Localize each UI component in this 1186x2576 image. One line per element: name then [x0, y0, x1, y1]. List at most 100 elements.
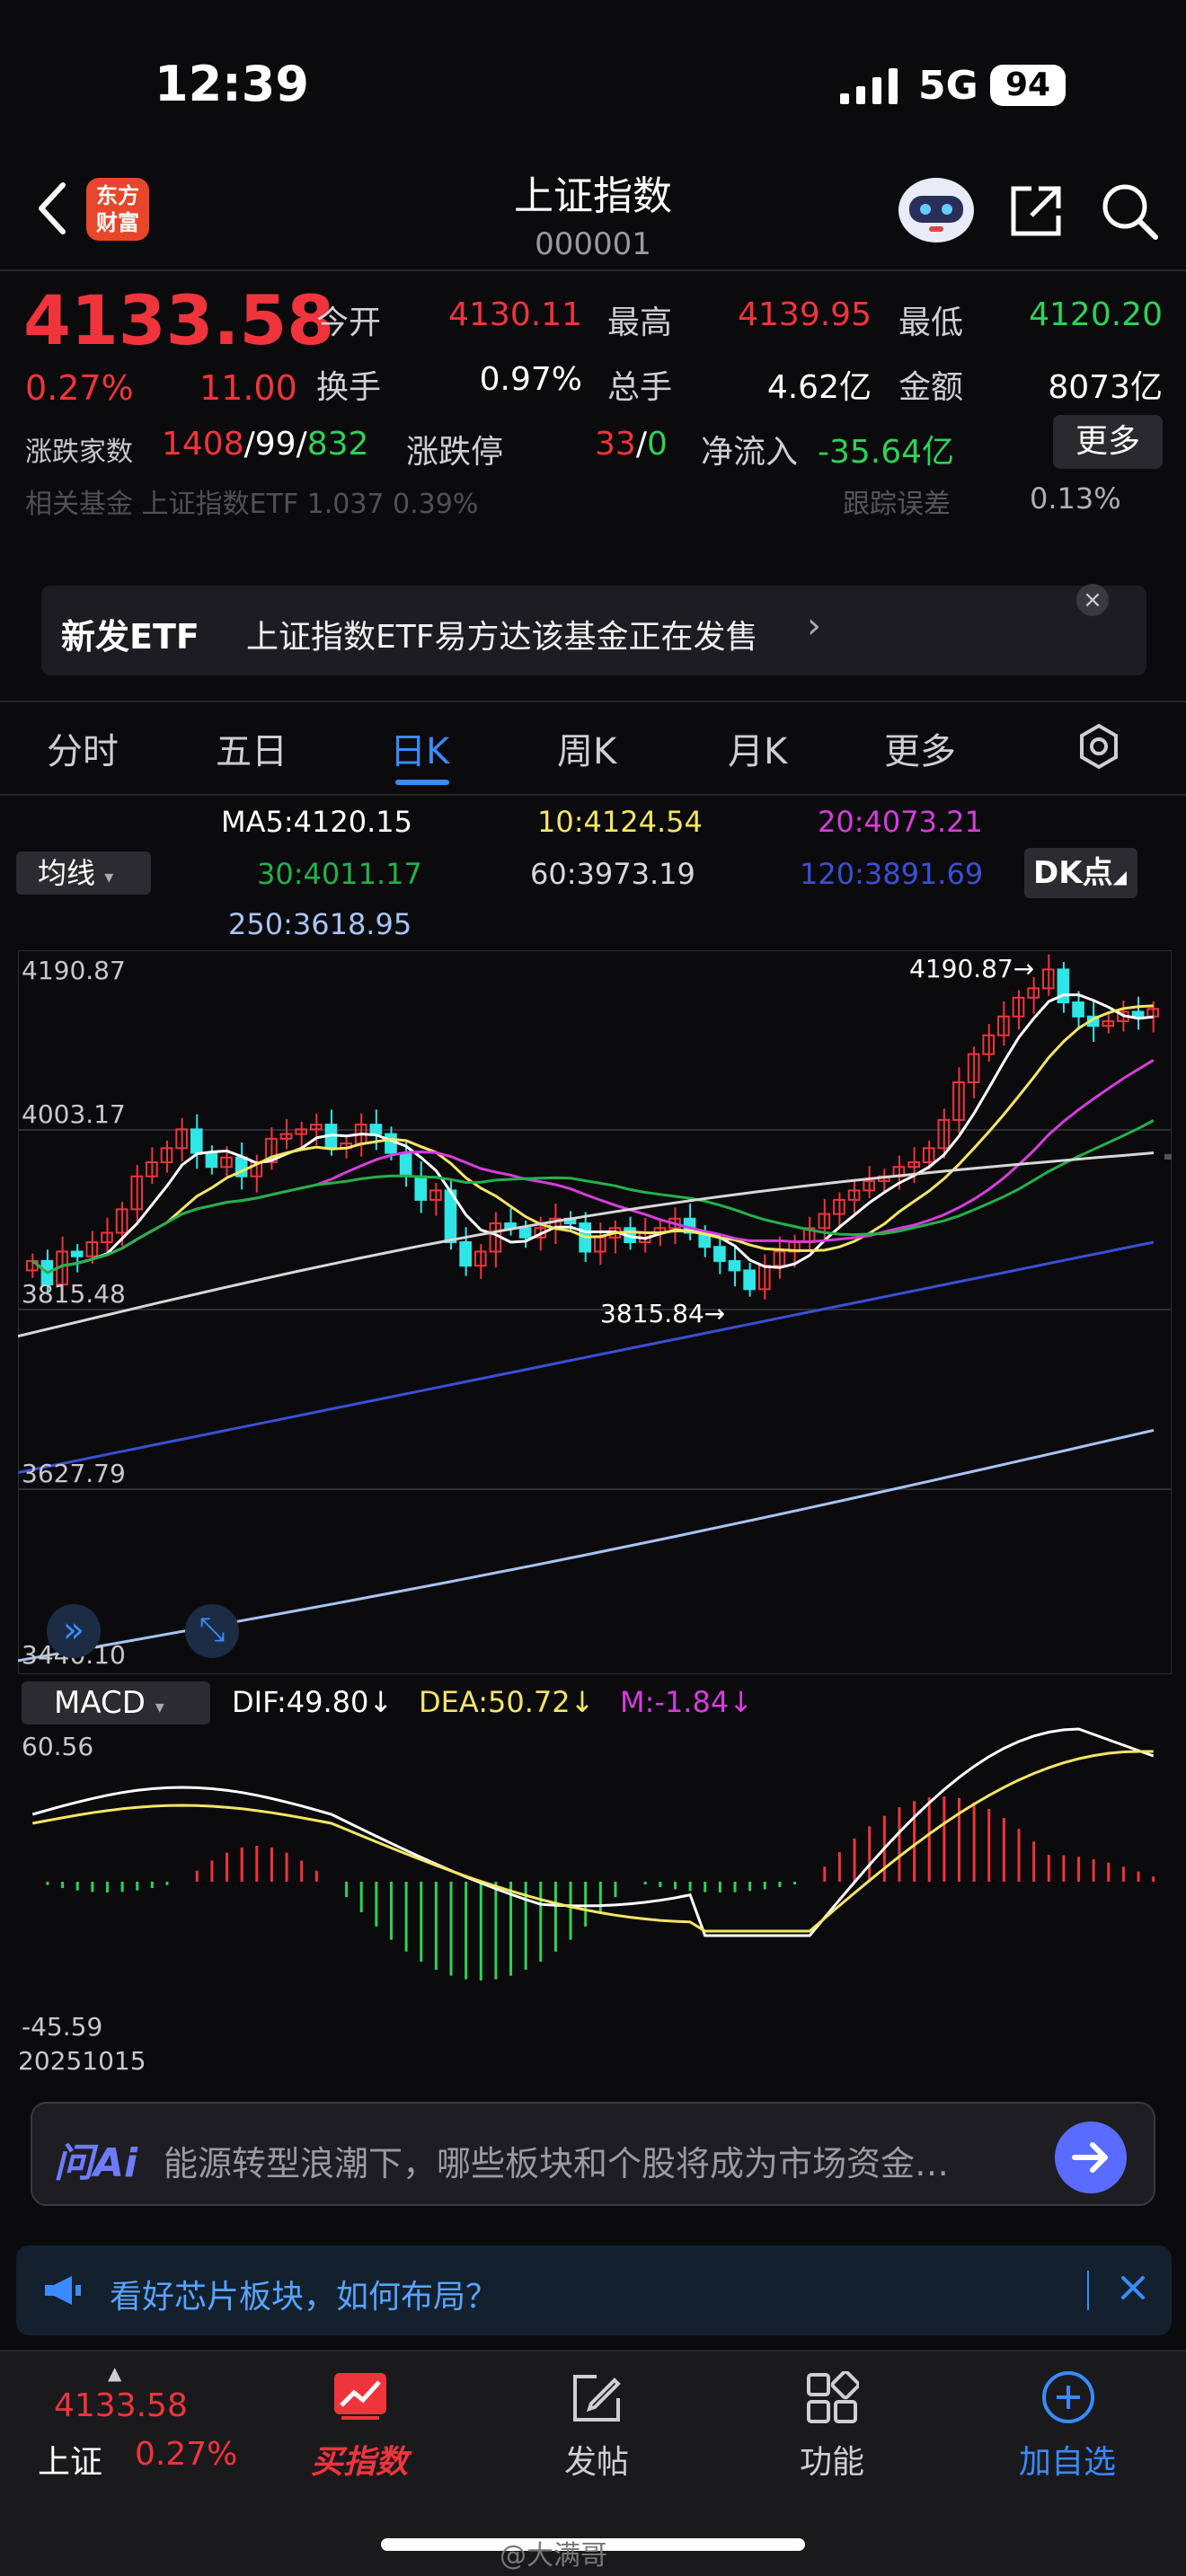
tab-five-day[interactable]: 五日 — [216, 722, 288, 774]
candle-body — [518, 1227, 532, 1239]
caret-up-icon: ▲ — [108, 2362, 122, 2384]
candle-body — [70, 1250, 84, 1257]
search-icon[interactable] — [1098, 180, 1161, 243]
promo-banner[interactable]: 新发ETF 上证指数ETF易方达该基金正在发售 › — [41, 586, 1146, 675]
macd-top-label: 60.56 — [22, 1732, 94, 1761]
robot-assistant-icon[interactable] — [895, 171, 978, 246]
macd-bottom-label: -45.59 — [22, 2012, 103, 2042]
ai-logo: 问Ai — [54, 2140, 138, 2186]
tab-month-k[interactable]: 月K — [728, 722, 787, 774]
limit-counts: 33/0 — [595, 426, 668, 463]
status-time: 12:39 — [155, 56, 309, 112]
function-grid-icon[interactable] — [805, 2371, 859, 2425]
more-button[interactable]: 更多 — [1053, 415, 1163, 469]
ma30-value: 30:4011.17 — [257, 857, 422, 891]
y-label-1: 4190.87 — [22, 956, 126, 985]
turnover-label: 换手 — [316, 369, 382, 406]
chart-border — [18, 950, 1172, 1674]
volume-label: 总手 — [607, 369, 673, 406]
ma5-value: MA5:4120.15 — [221, 805, 412, 839]
ai-question-text: 能源转型浪潮下，哪些板块和个股将成为市场资金… — [164, 2144, 950, 2183]
candle-body — [1131, 1010, 1145, 1018]
macd-chart[interactable] — [18, 1725, 1172, 2057]
candle-body — [728, 1259, 741, 1272]
watermark-text: @大满哥 — [500, 2540, 607, 2572]
y-label-3: 3815.48 — [22, 1279, 126, 1309]
signal-icon — [840, 68, 898, 104]
candle-body — [205, 1151, 218, 1169]
battery-icon: 94 — [990, 65, 1066, 106]
candle-body — [399, 1151, 412, 1178]
low-marker: 3815.84→ — [600, 1299, 726, 1328]
ma120-line — [18, 1240, 1155, 1474]
dif-line — [31, 1727, 1155, 1937]
ma60-value: 60:3973.19 — [530, 857, 695, 891]
divider — [1087, 2271, 1089, 2310]
nav-add-watchlist[interactable]: 加自选 — [987, 2436, 1148, 2483]
candle-body — [190, 1128, 203, 1154]
nav-function[interactable]: 功能 — [751, 2436, 913, 2483]
nav-index-price[interactable]: 4133.58 — [54, 2387, 188, 2424]
turnover-value: 0.97% — [479, 361, 582, 398]
banner-close-button[interactable]: × — [1076, 584, 1109, 616]
tab-more[interactable]: 更多 — [884, 722, 956, 774]
nav-index-name[interactable]: 上证 — [38, 2436, 102, 2483]
tab-intraday[interactable]: 分时 — [47, 722, 119, 774]
expand-left-icon[interactable]: » — [47, 1604, 101, 1658]
macd-dif: DIF:49.80↓ — [232, 1685, 394, 1719]
fullscreen-icon[interactable]: ⤡ — [185, 1604, 239, 1658]
kline-chart[interactable] — [18, 950, 1172, 1674]
netflow-label: 净流入 — [701, 434, 799, 471]
macd-select-dropdown[interactable]: MACD ▾ — [22, 1681, 210, 1725]
current-price: 4133.58 — [23, 280, 335, 360]
tracking-error-value: 0.13% — [1030, 481, 1121, 516]
tab-active-indicator — [395, 780, 449, 785]
back-button[interactable] — [34, 180, 70, 237]
app-logo: 东方 财富 — [86, 178, 149, 241]
edit-post-icon[interactable] — [570, 2371, 624, 2425]
candle-body — [385, 1133, 397, 1154]
banner-text: 上证指数ETF易方达该基金正在发售 — [246, 619, 758, 656]
candle-body — [459, 1240, 472, 1267]
nav-post[interactable]: 发帖 — [516, 2436, 677, 2483]
buy-index-icon[interactable] — [332, 2371, 388, 2422]
candle-body — [1072, 1001, 1084, 1018]
add-watchlist-icon[interactable] — [1040, 2369, 1096, 2425]
macd-dea: DEA:50.72↓ — [419, 1685, 595, 1719]
tracking-error-label: 跟踪误差 — [843, 489, 951, 520]
open-label: 今开 — [316, 304, 382, 341]
ma120-value: 120:3891.69 — [800, 857, 984, 891]
dk-point-button[interactable]: DK点◢ — [1024, 848, 1137, 898]
y-label-4: 3627.79 — [22, 1459, 126, 1488]
news-bar[interactable]: 看好芯片板块，如何布局？ — [16, 2245, 1172, 2335]
open-value: 4130.11 — [448, 296, 582, 333]
low-value: 4120.20 — [1029, 296, 1163, 333]
share-icon[interactable] — [1005, 180, 1067, 243]
change-amount: 11.00 — [199, 368, 297, 408]
ai-ask-bar[interactable]: 问Ai 能源转型浪潮下，哪些板块和个股将成为市场资金… — [31, 2102, 1155, 2206]
nav-buy-index[interactable]: 买指数 — [279, 2436, 440, 2483]
start-date-label: 20251015 — [18, 2046, 146, 2076]
ma10-value: 10:4124.54 — [537, 805, 703, 839]
tab-week-k[interactable]: 周K — [557, 722, 616, 774]
arrow-right-icon[interactable] — [1055, 2122, 1127, 2193]
dea-line — [32, 1750, 1154, 1933]
netflow-value: -35.64亿 — [818, 434, 955, 471]
candle-body — [713, 1246, 726, 1262]
divider — [0, 269, 1186, 271]
tab-day-k[interactable]: 日K — [390, 722, 449, 774]
limit-label: 涨跌停 — [406, 434, 504, 471]
close-icon[interactable] — [1111, 2265, 1155, 2310]
chevron-right-icon: › — [807, 605, 821, 647]
ma20-value: 20:4073.21 — [818, 805, 983, 839]
gear-icon[interactable] — [1075, 722, 1123, 771]
high-value: 4139.95 — [738, 296, 872, 333]
megaphone-icon — [45, 2276, 81, 2305]
related-fund-row[interactable]: 相关基金 上证指数ETF 1.037 0.39% — [25, 481, 478, 521]
amount-label: 金额 — [898, 369, 964, 406]
nav-index-pct[interactable]: 0.27% — [135, 2436, 237, 2473]
banner-tag: 新发ETF — [61, 617, 199, 657]
high-marker: 4190.87→ — [909, 954, 1035, 984]
updown-count-label: 涨跌家数 — [25, 437, 133, 468]
ma-select-dropdown[interactable]: 均线 ▾ — [16, 851, 151, 895]
